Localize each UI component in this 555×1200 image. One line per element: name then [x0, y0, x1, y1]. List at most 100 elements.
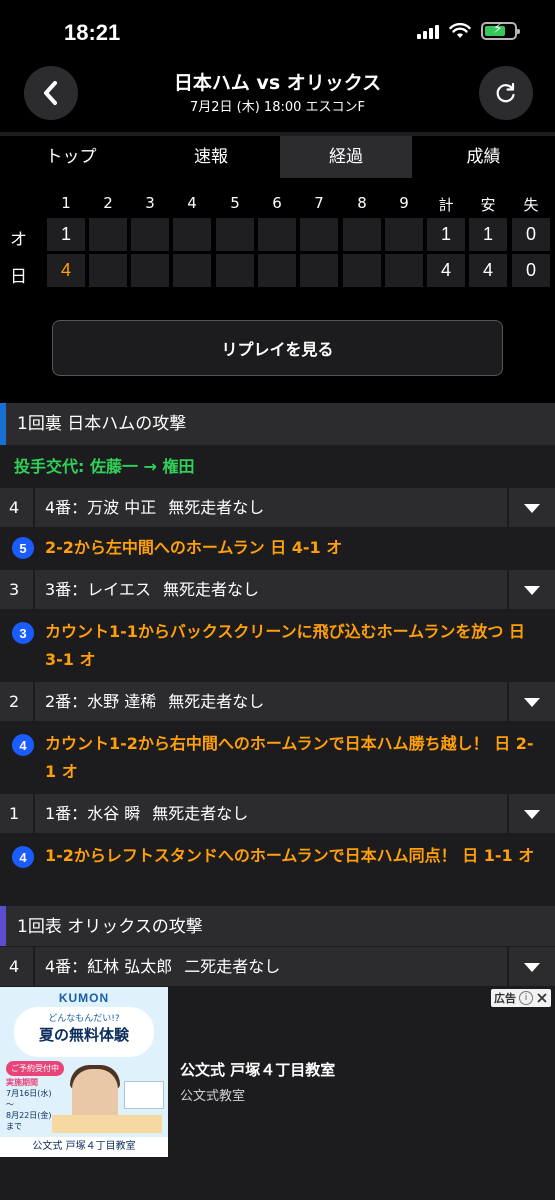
reload-icon [496, 82, 515, 103]
game-header: 日本ハム vs オリックス 7月2日 (木) 18:00 エスコンF [0, 60, 555, 132]
errors-cell: 0 [512, 254, 550, 287]
ad-title[interactable]: 公文式 戸塚４丁目教室 [180, 1059, 335, 1080]
score-cell [258, 254, 296, 287]
ad-reservation-pill: ご予約受付中 [6, 1061, 64, 1076]
expand-button[interactable] [507, 488, 555, 528]
runner-status: 二死走者なし [184, 957, 281, 976]
pitch-count-badge: 4 [12, 734, 34, 756]
half-inning-header-bottom-1: 1回裏 日本ハムの攻撃 [0, 403, 555, 445]
runner-status: 無死走者なし [163, 580, 260, 599]
tab-top[interactable]: トップ [0, 136, 142, 178]
expand-button[interactable] [507, 794, 555, 834]
ad-period-label: 実施期間 [6, 1078, 38, 1087]
half-inning-title: 1回裏 日本ハムの攻撃 [17, 414, 187, 434]
inning-header: 4 [187, 194, 197, 212]
event-description: 1-2からレフトスタンドへのホームランで日本ハム同点！ 日 1-1 オ [45, 846, 535, 865]
ad-badge[interactable]: 広告 i [491, 989, 551, 1007]
score-cell [258, 218, 296, 251]
ad-period-sep: ～ [6, 1100, 14, 1109]
batter-name: 2番：水野 達稀 [45, 692, 157, 711]
cellular-signal-icon [417, 23, 439, 39]
batter-info: 4番：紅林 弘太郎 二死走者なし [45, 947, 280, 987]
score-cell [300, 218, 338, 251]
batter-row[interactable]: 4 4番：万波 中正 無死走者なし [0, 487, 555, 528]
expand-button[interactable] [507, 570, 555, 610]
expand-button[interactable] [507, 682, 555, 722]
reload-button[interactable] [479, 66, 533, 120]
batter-info: 4番：万波 中正 無死走者なし [45, 488, 264, 528]
ad-bubble-small: どんなもんだい!? [48, 1014, 120, 1024]
runner-status: 無死走者なし [168, 498, 265, 517]
battery-charging-icon: ⚡ [481, 21, 520, 40]
score-cell [343, 218, 381, 251]
batting-order: 1 [9, 804, 20, 823]
event-description: カウント1-2から右中間へのホームランで日本ハム勝ち越し！ 日 2-1 オ [45, 734, 534, 781]
score-cell [131, 218, 169, 251]
ad-child-illustration [72, 1069, 118, 1121]
tab-progress[interactable]: 経過 [280, 136, 412, 178]
inning-header: 9 [399, 194, 409, 212]
chevron-down-icon [524, 586, 540, 595]
batting-order: 2 [9, 692, 20, 711]
score-cell [89, 218, 127, 251]
batting-order: 4 [9, 498, 20, 517]
chevron-down-icon [524, 963, 540, 972]
expand-button[interactable] [507, 947, 555, 987]
batting-order: 3 [9, 580, 20, 599]
batter-info: 3番：レイエス 無死走者なし [45, 570, 259, 610]
ad-banner[interactable]: KUMON どんなもんだい!? 夏の無料体験 ご予約受付中 実施期間 7月16日… [0, 987, 555, 1157]
score-cell [173, 254, 211, 287]
batter-row[interactable]: 1 1番：水谷 瞬無死走者なし [0, 793, 555, 834]
chevron-down-icon [524, 810, 540, 819]
batter-name: 3番：レイエス [45, 580, 152, 599]
half-inning-bar [0, 403, 6, 445]
batter-row[interactable]: 2 2番：水野 達稀 無死走者なし [0, 681, 555, 722]
score-cell [89, 254, 127, 287]
runs-cell: 1 [427, 218, 465, 251]
score-cell [216, 254, 254, 287]
replay-button[interactable]: リプレイを見る [52, 320, 503, 376]
ad-image-caption: 公文式 戸塚４丁目教室 [0, 1137, 168, 1157]
ad-desk-illustration [52, 1115, 162, 1133]
ad-period-start-day: (水) [37, 1089, 52, 1098]
score-cell [385, 254, 423, 287]
ad-info-icon[interactable]: i [519, 991, 533, 1005]
batter-row[interactable]: 4 4番：紅林 弘太郎 二死走者なし [0, 946, 555, 987]
ad-period-tail: まで [6, 1122, 22, 1131]
inning-header: 8 [357, 194, 367, 212]
batter-name: 4番：万波 中正 [45, 498, 157, 517]
play-event: 4 1-2からレフトスタンドへのホームランで日本ハム同点！ 日 1-1 オ [0, 833, 555, 905]
score-cell: 1 [47, 218, 85, 251]
pitch-count-badge: 5 [12, 537, 34, 559]
team-label-nipponham: 日 [10, 267, 27, 287]
score-cell [300, 254, 338, 287]
inning-header: 3 [145, 194, 155, 212]
inning-header: 6 [272, 194, 282, 212]
score-cell [343, 254, 381, 287]
chevron-down-icon [524, 698, 540, 707]
ad-brand-logo: KUMON [58, 991, 110, 1005]
batter-row[interactable]: 3 3番：レイエス 無死走者なし [0, 569, 555, 610]
status-time: 18:21 [64, 20, 121, 45]
score-cell: 4 [47, 254, 85, 287]
play-event: 5 2-2から左中間へのホームラン 日 4-1 オ [0, 527, 555, 569]
game-date-venue: 7月2日 (木) 18:00 エスコンF [189, 100, 366, 115]
hits-cell: 4 [469, 254, 507, 287]
tab-stats[interactable]: 成績 [412, 136, 555, 178]
wifi-icon [449, 23, 471, 38]
errors-cell: 0 [512, 218, 550, 251]
ad-period: 実施期間 7月16日(水) ～ 8月22日(金) まで [6, 1077, 58, 1132]
tab-live[interactable]: 速報 [142, 136, 280, 178]
ad-image[interactable]: KUMON どんなもんだい!? 夏の無料体験 ご予約受付中 実施期間 7月16日… [0, 987, 168, 1157]
pitch-count-badge: 3 [12, 622, 34, 644]
inning-header: 2 [103, 194, 113, 212]
batter-name: 1番：水谷 瞬 [45, 804, 141, 823]
close-icon[interactable] [536, 992, 548, 1004]
inning-header: 1 [61, 194, 71, 212]
ad-period-start: 7月16日 [6, 1089, 38, 1098]
ad-label: 広告 [494, 992, 516, 1005]
team-label-orix: オ [10, 230, 27, 250]
batter-info: 2番：水野 達稀 無死走者なし [45, 682, 264, 722]
bottom-area [0, 1157, 555, 1200]
tab-bar: トップ 速報 経過 成績 [0, 136, 555, 178]
